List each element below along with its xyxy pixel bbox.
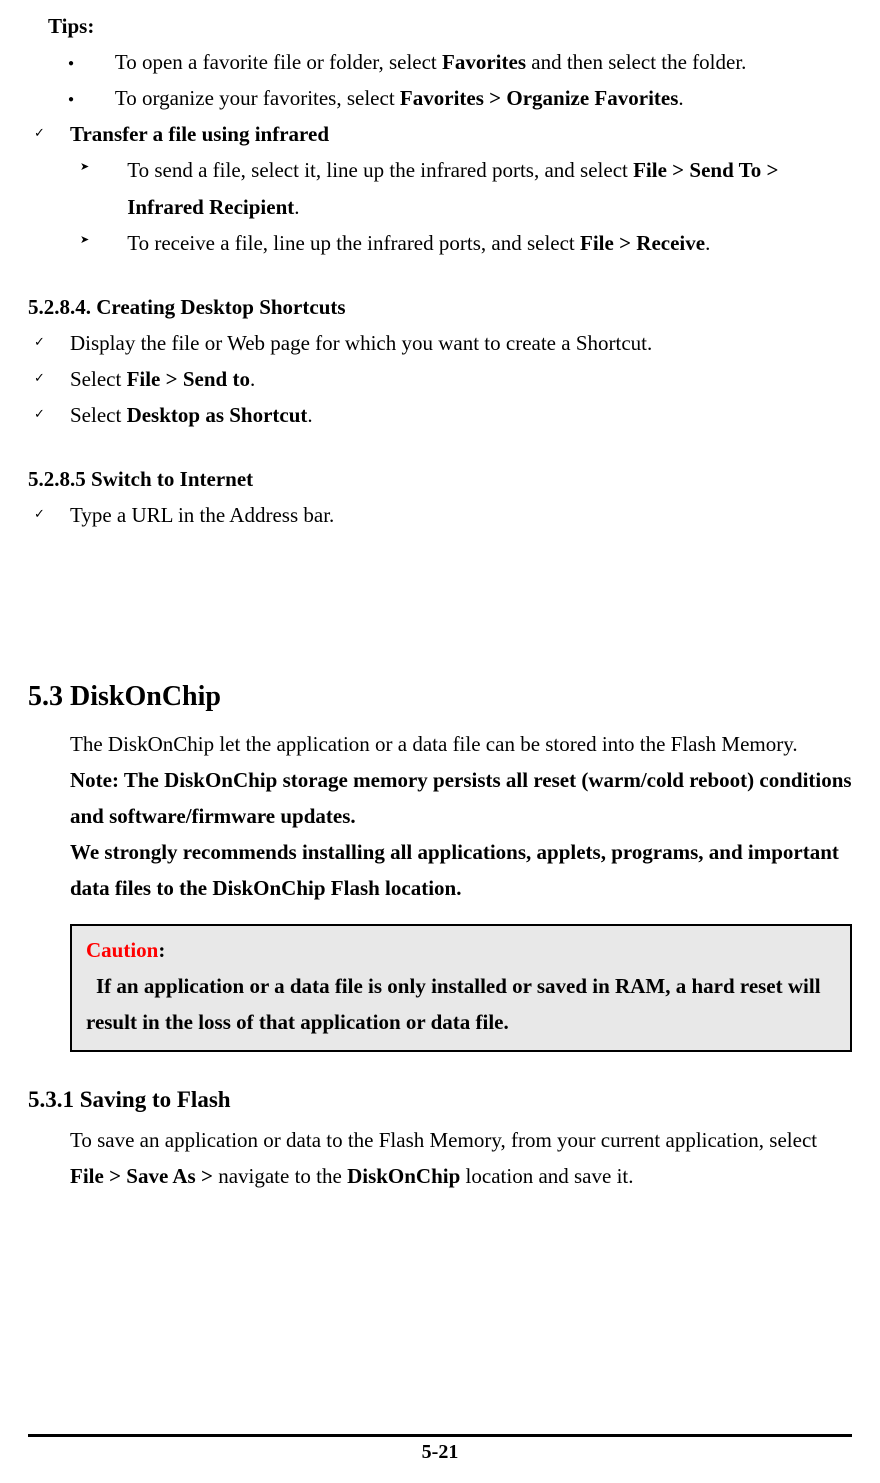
list-item: Select File > Send to.	[34, 361, 852, 397]
text: Display the file or Web page for which y…	[70, 325, 840, 361]
transfer-list: To send a file, select it, line up the i…	[80, 152, 852, 260]
text: .	[294, 195, 299, 219]
text: and then select the folder.	[526, 50, 746, 74]
caution-text: If an application or a data file is only…	[86, 968, 836, 1040]
bold-text: File > Send to	[127, 367, 250, 391]
bold-text: Favorites > Organize Favorites	[400, 86, 678, 110]
sec-5284-list: Display the file or Web page for which y…	[34, 325, 852, 433]
body-text: The DiskOnChip let the application or a …	[70, 726, 852, 762]
text: To receive a file, line up the infrared …	[127, 231, 580, 255]
bold-text: File > Save As >	[70, 1164, 218, 1188]
text: .	[250, 367, 255, 391]
text: Type a URL in the Address bar.	[70, 497, 840, 533]
text: navigate to the	[218, 1164, 347, 1188]
text: location and save it.	[460, 1164, 633, 1188]
text: .	[678, 86, 683, 110]
caution-colon: :	[158, 938, 165, 962]
list-item: Select Desktop as Shortcut.	[34, 397, 852, 433]
section-heading-531: 5.3.1 Saving to Flash	[28, 1080, 852, 1120]
text: To save an application or data to the Fl…	[70, 1128, 817, 1152]
caution-label: Caution	[86, 938, 158, 962]
list-item: To receive a file, line up the infrared …	[80, 225, 852, 261]
bold-text: Favorites	[442, 50, 526, 74]
recommendation-text: We strongly recommends installing all ap…	[70, 834, 852, 906]
sec-5285-list: Type a URL in the Address bar.	[34, 497, 852, 533]
heading: Transfer a file using infrared	[70, 116, 840, 152]
bold-text: File > Receive	[580, 231, 705, 255]
section-heading-53: 5.3 DiskOnChip	[28, 673, 852, 721]
list-item: Type a URL in the Address bar.	[34, 497, 852, 533]
transfer-heading-list: Transfer a file using infrared	[34, 116, 852, 152]
page: Tips: To open a favorite file or folder,…	[0, 0, 880, 1483]
page-number: 5-21	[0, 1435, 880, 1469]
tips-list: To open a favorite file or folder, selec…	[68, 44, 852, 116]
list-item: Display the file or Web page for which y…	[34, 325, 852, 361]
text: To send a file, select it, line up the i…	[127, 158, 633, 182]
text: To organize your favorites, select	[115, 86, 400, 110]
text: .	[307, 403, 312, 427]
list-item: To send a file, select it, line up the i…	[80, 152, 852, 224]
list-item: Transfer a file using infrared	[34, 116, 852, 152]
text: To open a favorite file or folder, selec…	[115, 50, 442, 74]
text: Select	[70, 367, 127, 391]
note-text: Note: The DiskOnChip storage memory pers…	[70, 762, 852, 834]
body-text: To save an application or data to the Fl…	[70, 1122, 852, 1194]
bold-text: DiskOnChip	[347, 1164, 460, 1188]
section-heading-5284: 5.2.8.4. Creating Desktop Shortcuts	[28, 289, 852, 325]
text: .	[705, 231, 710, 255]
list-item: To organize your favorites, select Favor…	[68, 80, 852, 116]
caution-box: Caution: If an application or a data fil…	[70, 924, 852, 1052]
bold-text: Desktop as Shortcut	[127, 403, 308, 427]
section-heading-5285: 5.2.8.5 Switch to Internet	[28, 461, 852, 497]
list-item: To open a favorite file or folder, selec…	[68, 44, 852, 80]
text: Select	[70, 403, 127, 427]
tips-label: Tips:	[48, 8, 852, 44]
